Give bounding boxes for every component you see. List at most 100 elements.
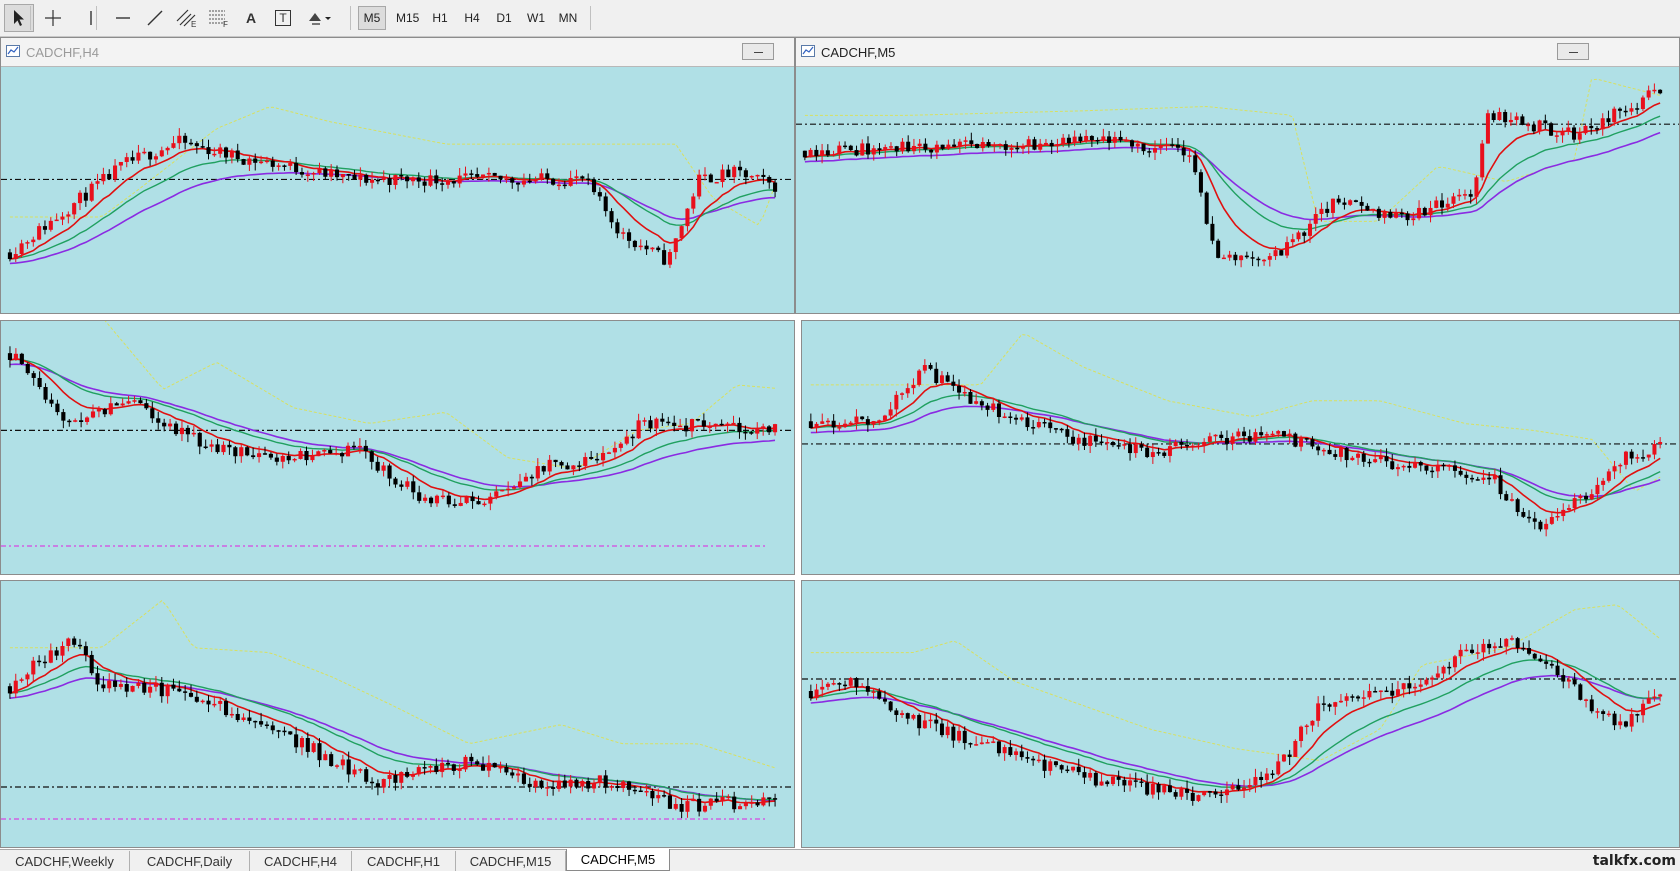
chart-window-cadchf-h4[interactable]: CADCHF,H4 xyxy=(0,37,795,314)
timeframe-m5-button[interactable]: M5 xyxy=(358,6,386,30)
candle-body xyxy=(900,141,905,152)
envelope-band-line xyxy=(9,600,776,769)
candle-body xyxy=(1002,416,1007,418)
chart-window-cadchf-weekly[interactable] xyxy=(801,580,1680,848)
candle-body xyxy=(1219,434,1224,438)
candle-body xyxy=(1066,137,1071,144)
candle-body xyxy=(1281,431,1286,437)
candle-body xyxy=(860,143,865,156)
candle-body xyxy=(1093,772,1098,786)
candle-body xyxy=(673,238,678,253)
candle-body xyxy=(656,247,661,251)
chart-window-cadchf-h1[interactable] xyxy=(0,320,795,575)
moving-average-mid-line xyxy=(9,358,776,491)
candle-body xyxy=(695,419,701,421)
candle-body xyxy=(42,226,48,230)
candle-body xyxy=(451,764,456,771)
moving-average-fast-line xyxy=(9,357,776,501)
chart-tab[interactable]: CADCHF,M15 xyxy=(456,851,566,871)
candle-body xyxy=(574,779,579,787)
chart-tab[interactable]: CADCHF,Daily xyxy=(130,851,250,871)
candle-body xyxy=(370,179,375,183)
candle-body xyxy=(153,682,158,687)
chart-plot[interactable] xyxy=(1,321,795,575)
candle-body xyxy=(410,177,415,182)
chart-plot[interactable] xyxy=(802,581,1680,848)
candle-body xyxy=(1418,462,1423,466)
text-label-tool-button[interactable]: T xyxy=(268,4,298,32)
candle-body xyxy=(79,420,84,422)
chart-plot[interactable] xyxy=(802,321,1680,575)
candle-body xyxy=(89,654,94,674)
timeframe-w1-button[interactable]: W1 xyxy=(522,6,550,30)
chart-window-cadchf-m5[interactable]: CADCHF,M5 xyxy=(795,37,1680,314)
equidistant-channel-tool-button[interactable]: E xyxy=(172,4,202,32)
candle-body xyxy=(1491,113,1496,121)
candle-body xyxy=(1549,123,1554,136)
candle-body xyxy=(848,145,853,151)
chart-tab[interactable]: CADCHF,H1 xyxy=(352,851,456,871)
candle-body xyxy=(1089,135,1094,141)
candle-body xyxy=(551,787,556,789)
candle-body xyxy=(854,678,859,688)
candle-body xyxy=(1407,683,1412,689)
timeframe-m15-button[interactable]: M15 xyxy=(392,6,423,30)
candle-body xyxy=(19,679,24,681)
chart-plot[interactable] xyxy=(1,581,795,848)
fibonacci-tool-button[interactable]: F xyxy=(204,4,234,32)
candle-body xyxy=(533,780,538,787)
candle-body xyxy=(1078,136,1083,142)
candle-body xyxy=(1367,691,1372,698)
chart-plot[interactable] xyxy=(1,38,795,314)
candle-body xyxy=(399,484,404,487)
candle-body xyxy=(882,698,887,702)
timeframe-h1-button[interactable]: H1 xyxy=(426,6,454,30)
candle-body xyxy=(1187,155,1192,157)
shapes-dropdown-tool-button[interactable] xyxy=(302,4,338,32)
candle-body xyxy=(831,683,836,685)
candle-body xyxy=(54,219,59,222)
candle-body xyxy=(1515,499,1520,513)
trendline-tool-button[interactable] xyxy=(140,4,170,32)
candle-body xyxy=(1367,461,1372,464)
text-tool-button[interactable]: A xyxy=(236,4,266,32)
chart-window-cadchf-daily[interactable] xyxy=(0,580,795,848)
candle-body xyxy=(1239,255,1244,261)
moving-average-mid-line xyxy=(9,159,776,260)
candle-body xyxy=(247,158,252,165)
candle-body xyxy=(1635,108,1640,110)
candle-body xyxy=(1242,431,1247,437)
candle-body xyxy=(183,135,188,143)
candle-body xyxy=(317,168,322,174)
timeframe-d1-button[interactable]: D1 xyxy=(490,6,518,30)
candle-body xyxy=(1462,194,1467,196)
candle-body xyxy=(1167,446,1172,456)
candle-body xyxy=(1589,494,1594,500)
chart-window-cadchf-m15[interactable] xyxy=(801,320,1680,575)
timeframe-h4-button[interactable]: H4 xyxy=(458,6,486,30)
candle-body xyxy=(142,151,147,154)
candle-body xyxy=(480,764,486,771)
chart-tab[interactable]: CADCHF,H4 xyxy=(250,851,352,871)
candle-body xyxy=(298,450,303,459)
candle-body xyxy=(648,420,653,429)
candle-body xyxy=(662,795,667,797)
candle-body xyxy=(545,173,550,179)
candle-body xyxy=(1287,754,1292,757)
candle-body xyxy=(89,183,94,201)
candle-body xyxy=(120,403,125,406)
crosshair-tool-button[interactable] xyxy=(38,4,68,32)
candle-body xyxy=(393,175,398,185)
candle-body xyxy=(1179,441,1184,445)
chart-plot[interactable] xyxy=(796,38,1680,314)
chart-tab[interactable]: CADCHF,Weekly xyxy=(0,851,130,871)
candle-body xyxy=(253,720,258,723)
candle-body xyxy=(1378,456,1383,460)
candle-body xyxy=(274,457,279,462)
candle-body xyxy=(1353,200,1358,202)
horizontal-line-tool-button[interactable] xyxy=(108,4,138,32)
timeframe-mn-button[interactable]: MN xyxy=(554,6,582,30)
toolbar-separator xyxy=(30,6,31,30)
vertical-line-tool-button[interactable] xyxy=(76,4,106,32)
chart-tab[interactable]: CADCHF,M5 xyxy=(566,849,670,871)
